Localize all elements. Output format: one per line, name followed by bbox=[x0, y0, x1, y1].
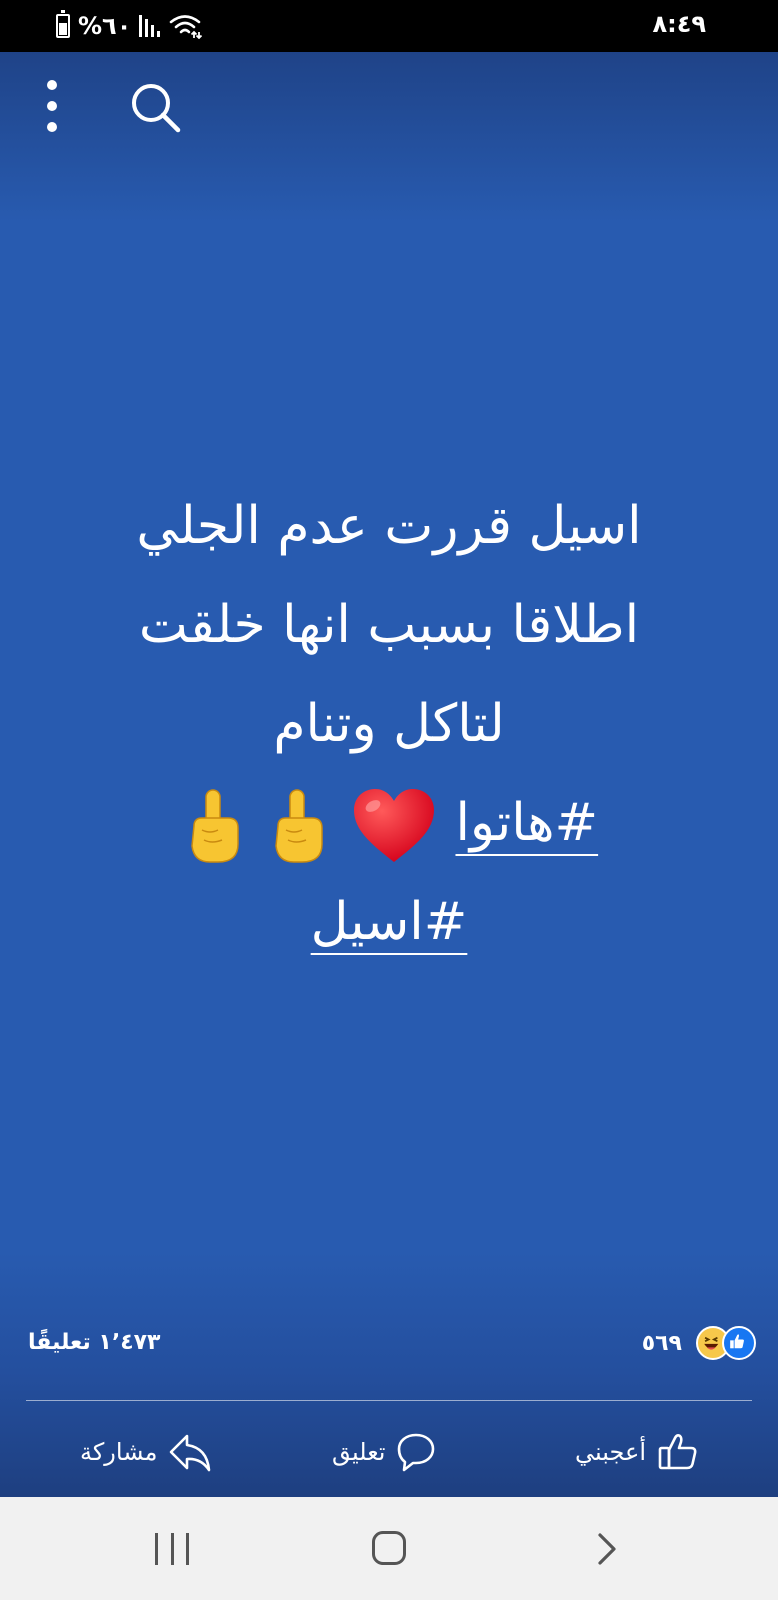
share-button[interactable]: مشاركة bbox=[80, 1430, 213, 1474]
hashtag-link[interactable]: #هاتوا bbox=[455, 793, 598, 853]
status-bar: %٦٠ ٨:٤٩ bbox=[0, 0, 778, 52]
post-text: اسيل قررت عدم الجلي اطلاقا بسبب انها خلق… bbox=[60, 477, 718, 972]
hashtag-link[interactable]: #اسيل bbox=[311, 892, 468, 952]
comment-label: تعليق bbox=[332, 1438, 386, 1466]
thumbs-up-icon bbox=[658, 1434, 697, 1470]
like-label: أعجبني bbox=[575, 1438, 646, 1466]
post-line: لتاكل وتنام bbox=[273, 694, 505, 754]
battery-icon bbox=[56, 10, 70, 38]
post-line: اسيل قررت عدم الجلي bbox=[136, 496, 642, 556]
like-button[interactable]: أعجبني bbox=[575, 1430, 700, 1474]
comment-button[interactable]: تعليق bbox=[332, 1430, 437, 1474]
index-pointing-up-icon bbox=[275, 789, 324, 863]
heart-icon bbox=[353, 789, 434, 862]
signal-icon bbox=[139, 15, 161, 37]
post-stats: ٥٦٩ ١٬٤٧٣ تعليقًا bbox=[0, 1312, 778, 1372]
post-line: اطلاقا بسبب انها خلقت bbox=[138, 595, 640, 655]
more-options-icon[interactable] bbox=[38, 80, 66, 132]
top-toolbar bbox=[0, 52, 778, 162]
comment-icon bbox=[398, 1433, 435, 1472]
clock: ٨:٤٩ bbox=[652, 10, 706, 38]
reactions-summary[interactable]: ٥٦٩ bbox=[642, 1326, 756, 1360]
hashtag-line: #اسيل bbox=[60, 873, 718, 972]
reactions-count: ٥٦٩ bbox=[641, 1330, 682, 1356]
status-icons: %٦٠ bbox=[56, 10, 203, 42]
home-icon[interactable] bbox=[372, 1531, 406, 1565]
divider bbox=[26, 1400, 752, 1401]
wifi-icon bbox=[170, 15, 203, 39]
share-icon bbox=[170, 1434, 211, 1472]
recent-apps-icon[interactable] bbox=[155, 1533, 189, 1565]
like-reaction-icon bbox=[722, 1326, 756, 1360]
post-viewer: اسيل قررت عدم الجلي اطلاقا بسبب انها خلق… bbox=[0, 52, 778, 1497]
index-pointing-up-icon bbox=[191, 789, 239, 863]
back-icon[interactable] bbox=[592, 1531, 622, 1567]
hashtag-line: #هاتوا bbox=[60, 774, 718, 873]
comments-count[interactable]: ١٬٤٧٣ تعليقًا bbox=[28, 1330, 160, 1355]
search-icon[interactable] bbox=[126, 78, 184, 136]
navigation-bar bbox=[0, 1497, 778, 1600]
battery-percentage: %٦٠ bbox=[78, 12, 132, 40]
share-label: مشاركة bbox=[80, 1438, 158, 1466]
action-bar: أعجبني تعليق مشاركة bbox=[0, 1412, 778, 1492]
